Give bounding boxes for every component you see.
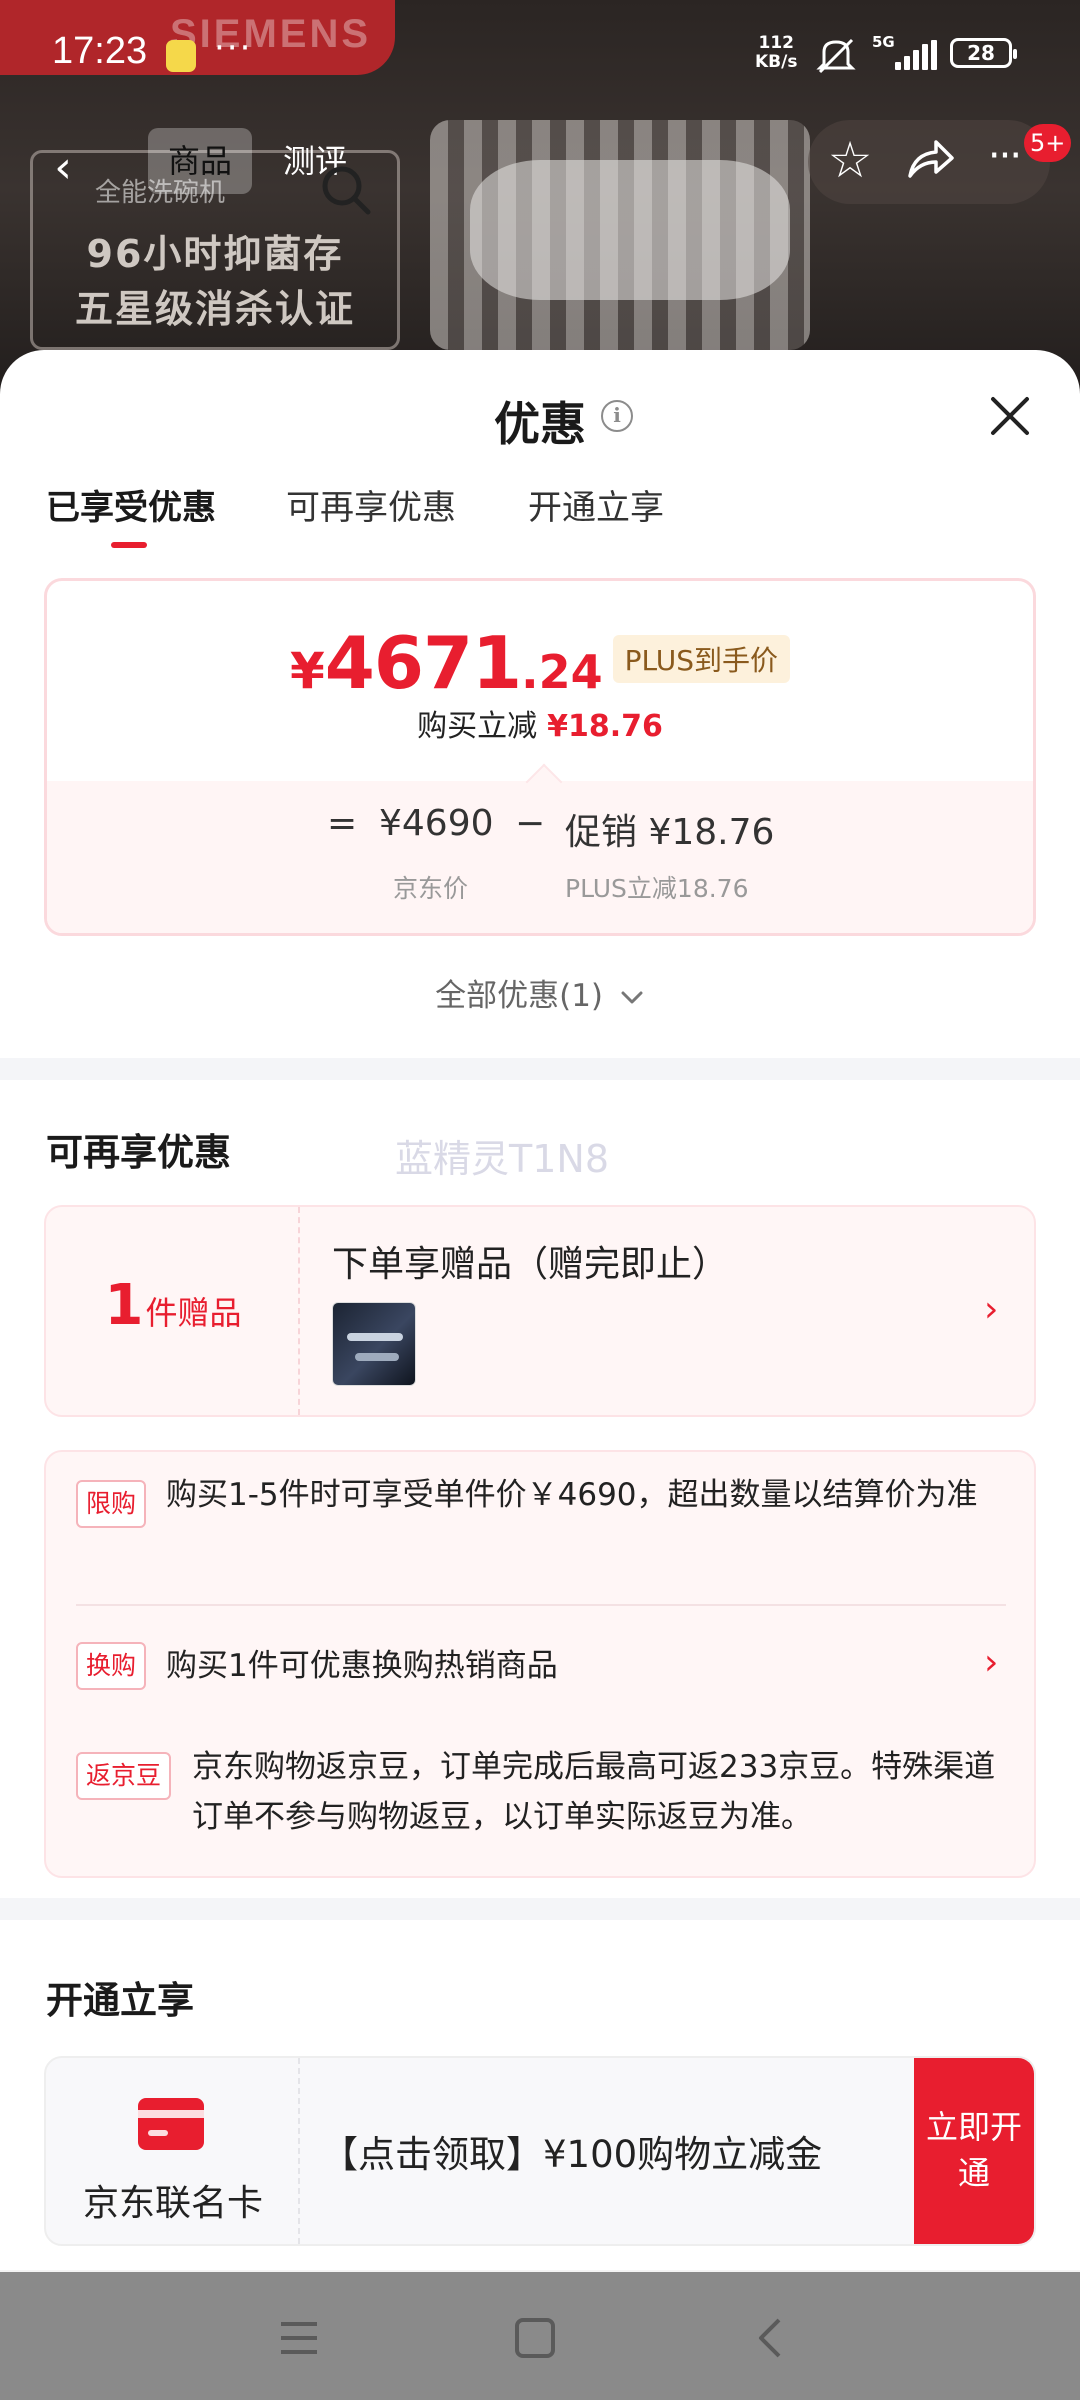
card-name: 京东联名卡	[82, 2183, 263, 2224]
price-summary-card: ¥4671.24 PLUS到手价 购买立减 ¥18.76 = ¥4690 − 促销 …	[44, 578, 1036, 936]
instant-discount-value: ¥18.76	[547, 709, 663, 744]
promo-text-exchange: 购买1件可优惠换购热销商品	[166, 1648, 558, 1684]
price-decimal: .24	[521, 645, 603, 699]
co-branded-card-offer[interactable]: 京东联名卡 【点击领取】¥100购物立减金 立即开通	[44, 2056, 1036, 2246]
promo-tag-limit: 限购	[76, 1480, 147, 1528]
all-deals-label: 全部优惠(1)	[435, 978, 604, 1014]
gift-card[interactable]: 1件赠品 下单享赠品（赠完即止） ›	[44, 1205, 1036, 1417]
price-currency: ¥	[289, 642, 325, 700]
home-icon[interactable]	[500, 2302, 570, 2372]
all-deals-toggle[interactable]: 全部优惠(1)	[0, 970, 1080, 1015]
network-speed: 112 KB/s	[755, 34, 797, 72]
chevron-right-icon: ›	[984, 1642, 999, 1683]
promo-tag-exchange: 换购	[76, 1642, 147, 1690]
promo-tag-beans: 返京豆	[76, 1752, 172, 1800]
tab-enjoyed[interactable]: 已享受优惠	[46, 480, 216, 529]
calc-promo: 促销 ¥18.76	[565, 812, 775, 853]
system-nav-bar	[0, 2272, 1080, 2400]
section-divider	[0, 1898, 1080, 1920]
active-tab-indicator	[111, 542, 147, 548]
calc-promo-label: PLUS立减18.76	[565, 874, 749, 903]
share-icon[interactable]	[898, 128, 962, 192]
tab-open-enjoy[interactable]: 开通立享	[528, 480, 664, 529]
promo-list: 限购 购买1-5件时可享受单件价￥4690，超出数量以结算价为准 换购 购买1件…	[44, 1450, 1036, 1878]
user-watermark: 蓝精灵T1N8	[395, 1137, 609, 1181]
card-offer-text: 【点击领取】¥100购物立减金	[321, 2133, 823, 2176]
calc-jd-price-label: 京东价	[393, 874, 469, 903]
promo-line-2: 五星级消杀认证	[74, 287, 355, 331]
search-icon[interactable]	[316, 160, 376, 220]
promo-text-beans: 京东购物返京豆，订单完成后最高可返233京豆。特殊渠道订单不参与购物返豆，以订单…	[192, 1749, 996, 1835]
network-speed-unit: KB/s	[755, 52, 798, 72]
network-type: 5G	[872, 33, 895, 51]
price-integer: 4671	[324, 621, 522, 705]
sheet-title: 优惠	[494, 397, 586, 451]
signal-icon	[895, 40, 937, 70]
calc-equals: =	[327, 803, 358, 844]
promo-text-limit: 购买1-5件时可享受单件价￥4690，超出数量以结算价为准	[166, 1477, 978, 1513]
status-time: 17:23	[52, 30, 148, 72]
instant-discount: 购买立减 ¥18.76	[47, 701, 1033, 745]
section-divider	[0, 1058, 1080, 1080]
promo-separator	[76, 1604, 1006, 1606]
close-icon[interactable]	[980, 386, 1040, 446]
dishes-graphic	[470, 160, 790, 300]
tab-more-deals[interactable]: 可再享优惠	[286, 480, 456, 529]
chevron-down-icon	[621, 991, 643, 1003]
battery-icon: 28	[950, 38, 1017, 68]
promo-line-1: 96小时抑菌存	[86, 232, 344, 276]
network-speed-value: 112	[758, 33, 794, 53]
calc-minus: −	[515, 803, 546, 844]
gift-count-panel: 1件赠品	[46, 1207, 300, 1415]
gift-title: 下单享赠品（赠完即止）	[332, 1244, 729, 1285]
gift-count-unit: 件赠品	[145, 1294, 242, 1332]
instant-discount-label: 购买立减	[417, 709, 538, 744]
star-icon[interactable]: ☆	[818, 128, 882, 192]
card-panel: 京东联名卡	[46, 2058, 300, 2244]
open-now-button[interactable]: 立即开通	[914, 2058, 1034, 2244]
credit-card-icon	[138, 2098, 204, 2150]
chevron-right-icon: ›	[984, 1289, 999, 1330]
mute-icon	[816, 38, 856, 83]
more-deals-title: 可再享优惠	[46, 1131, 231, 1174]
status-more-dots: ···	[214, 28, 253, 68]
gift-count-number: 1	[104, 1273, 144, 1338]
discount-sheet: 优惠 i 已享受优惠 可再享优惠 开通立享 ¥4671.24 PLUS到手价 购买…	[0, 350, 1080, 2270]
gift-count: 1件赠品	[46, 1273, 300, 1338]
menu-icon[interactable]	[264, 2302, 334, 2372]
brand-name: SIEMENS	[170, 12, 372, 56]
final-price: ¥4671.24 PLUS到手价	[47, 621, 1033, 705]
back-icon[interactable]: ‹	[28, 133, 98, 203]
open-enjoy-title: 开通立享	[46, 1979, 194, 2022]
message-badge: 5+	[1024, 124, 1072, 162]
plus-price-tag: PLUS到手价	[612, 635, 791, 683]
back-nav-icon[interactable]	[736, 2302, 806, 2372]
tab-product[interactable]: 商品	[148, 128, 252, 194]
notification-app-icon	[166, 40, 196, 72]
calc-jd-price: ¥4690	[379, 803, 494, 844]
info-icon[interactable]: i	[601, 400, 633, 432]
gift-thumbnail[interactable]	[332, 1302, 416, 1386]
